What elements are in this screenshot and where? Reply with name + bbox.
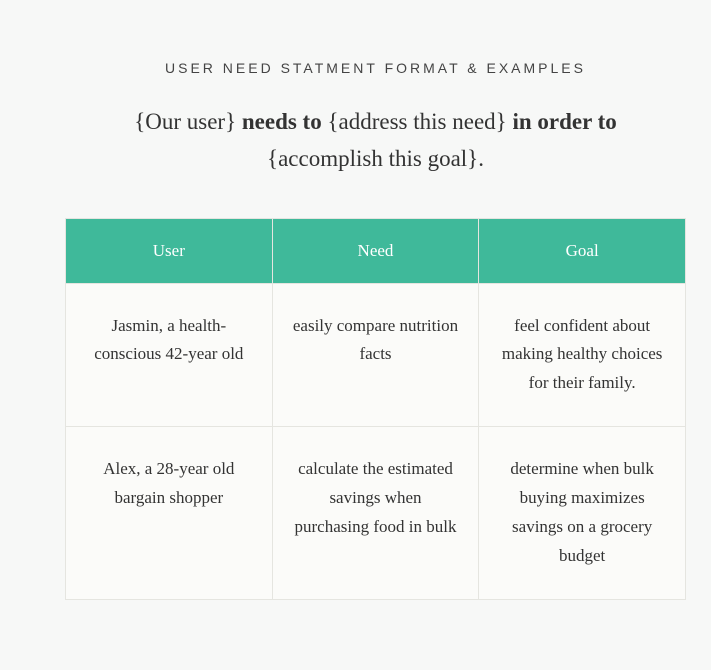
header-goal: Goal [479,218,686,283]
format-bold1: needs to [242,109,322,134]
format-part3: {accomplish this goal}. [267,146,484,171]
cell-user: Alex, a 28-year old bargain shopper [66,427,273,600]
cell-user: Jasmin, a health-conscious 42-year old [66,283,273,427]
cell-goal: feel confident about making healthy choi… [479,283,686,427]
format-statement: {Our user} needs to {address this need} … [65,104,686,178]
format-part2: {address this need} [322,109,513,134]
card-container: USER NEED STATMENT FORMAT & EXAMPLES {Ou… [20,20,711,650]
section-title: USER NEED STATMENT FORMAT & EXAMPLES [65,60,686,76]
table-row: Alex, a 28-year old bargain shopper calc… [66,427,686,600]
header-need: Need [272,218,479,283]
format-part1: {Our user} [134,109,242,134]
header-user: User [66,218,273,283]
examples-table: User Need Goal Jasmin, a health-consciou… [65,218,686,600]
cell-goal: determine when bulk buying maximizes sav… [479,427,686,600]
format-bold2: in order to [512,109,616,134]
table-row: Jasmin, a health-conscious 42-year old e… [66,283,686,427]
cell-need: calculate the estimated savings when pur… [272,427,479,600]
table-header-row: User Need Goal [66,218,686,283]
cell-need: easily compare nutrition facts [272,283,479,427]
